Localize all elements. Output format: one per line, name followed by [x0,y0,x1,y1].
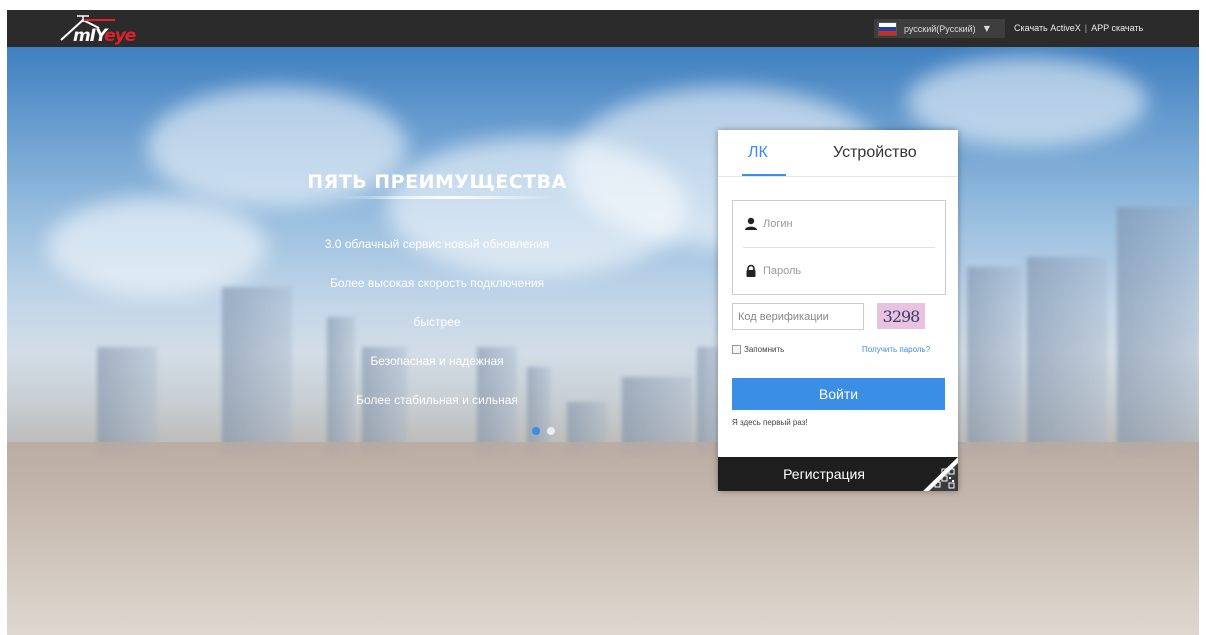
ground [7,442,1199,635]
carousel-dot-active[interactable] [532,427,540,435]
top-bar: mIYeye русский(Русский) ▼ Скачать Active… [7,10,1199,47]
logo-text-part: y [114,26,126,46]
carousel-dot[interactable] [547,427,555,435]
remember-label: Запомнить [744,345,785,354]
logo-text-part: e [104,26,115,46]
username-placeholder: Логин [763,218,793,230]
register-button[interactable]: Регистрация [718,457,958,491]
verification-code-input[interactable]: Код верификации [732,303,864,330]
qr-code-icon[interactable] [923,457,958,491]
language-select[interactable]: русский(Русский) ▼ [874,19,1005,38]
password-input[interactable]: Пароль [733,248,945,294]
tab-account[interactable]: ЛК [748,144,768,162]
download-activex-link[interactable]: Скачать ActiveX [1014,23,1081,33]
remember-checkbox[interactable] [732,345,741,354]
first-time-link[interactable]: Я здесь первый раз! [732,418,808,427]
russia-flag-icon [878,21,897,36]
password-placeholder: Пароль [763,265,802,277]
lock-icon [746,264,756,277]
logo-text-part: IY [89,26,105,46]
login-button[interactable]: Войти [732,378,945,410]
logo-text: mIYeye [73,26,136,46]
tab-device[interactable]: Устройство [833,144,917,162]
title-underline [337,196,557,199]
link-separator: | [1084,23,1088,33]
advantage-item: быстрее [413,315,461,329]
download-app-link[interactable]: APP скачать [1091,23,1143,33]
advantage-item: Более стабильная и сильная [356,393,518,407]
code-placeholder: Код верификации [738,310,829,323]
user-icon [745,217,757,230]
app-frame: mIYeye русский(Русский) ▼ Скачать Active… [7,10,1199,635]
credentials-box: Логин Пароль [732,200,946,295]
chevron-down-icon: ▼ [983,24,990,33]
register-label: Регистрация [783,466,865,482]
top-links: Скачать ActiveX | APP скачать [1014,23,1143,33]
language-label: русский(Русский) [904,23,976,34]
advantage-item: Более высокая скорость подключения [329,276,545,290]
advantage-item: 3.0 облачный сервис новый обновления [324,237,550,251]
hero-background: ПЯТЬ ПРЕИМУЩЕСТВА 3.0 облачный сервис но… [7,47,1199,635]
logo-text-part: e [124,26,136,46]
remember-me[interactable]: Запомнить [732,345,784,354]
login-panel: ЛК Устройство Логин Пароль Код верификац… [718,130,958,491]
captcha-image[interactable]: 3298 [877,303,925,329]
forgot-password-link[interactable]: Получить пароль? [862,345,930,354]
logo[interactable]: mIYeye [55,14,155,46]
logo-text-part: m [73,26,91,46]
tabs-divider [718,176,958,177]
username-input[interactable]: Логин [733,201,945,247]
advantage-item: Безопасная и надежная [370,354,504,368]
advantages-title: ПЯТЬ ПРЕИМУЩЕСТВА [307,171,567,193]
